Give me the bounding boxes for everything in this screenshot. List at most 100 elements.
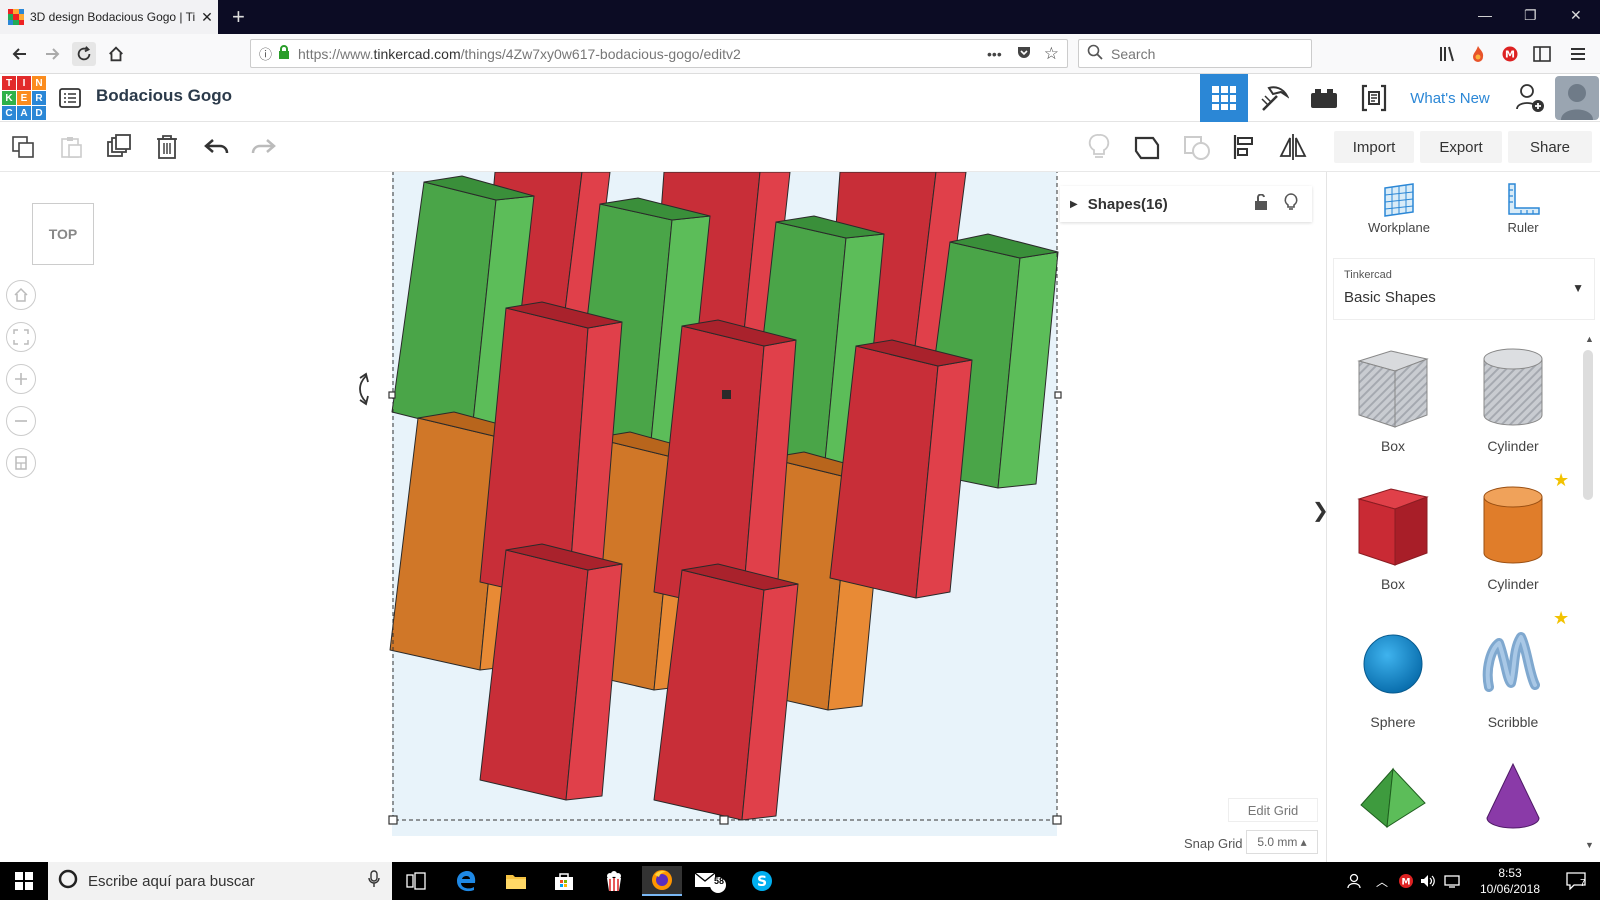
whats-new-link[interactable]: What's New	[1404, 74, 1496, 122]
export-button[interactable]: Export	[1420, 131, 1502, 163]
bookmark-star-icon[interactable]: ☆	[1044, 44, 1059, 64]
file-explorer-icon[interactable]	[496, 866, 536, 896]
rotate-handle-icon[interactable]	[359, 372, 369, 406]
scene-shapes[interactable]	[0, 172, 1326, 862]
resize-handle[interactable]	[719, 815, 729, 825]
shape-card-cylinder[interactable]: Cylinder	[1463, 476, 1563, 592]
shape-card-roof[interactable]	[1343, 752, 1443, 842]
shape-card-box-hole[interactable]: Box	[1343, 338, 1443, 454]
3d-workplane-canvas[interactable]: TOP ▶ Shapes(16) ❯ Edit Grid Snap Grid 5…	[0, 172, 1329, 862]
tinkercad-logo[interactable]: T I N K E R C A D	[2, 76, 46, 120]
resize-handle[interactable]	[388, 815, 398, 825]
shape-card-cone[interactable]	[1463, 752, 1563, 842]
shape-library-select[interactable]: Tinkercad Basic Shapes ▼	[1333, 258, 1595, 320]
url-domain: tinkercad.com	[373, 45, 461, 62]
extension-flame-icon[interactable]	[1466, 42, 1490, 66]
people-icon[interactable]	[1336, 866, 1376, 896]
shapes-scrollbar[interactable]: ▲ ▼	[1581, 334, 1595, 854]
light-bulb-icon[interactable]	[1082, 130, 1116, 164]
user-avatar[interactable]	[1554, 74, 1600, 122]
import-button[interactable]: Import	[1334, 131, 1414, 163]
browser-tab-active[interactable]: 3D design Bodacious Gogo | Ti ✕	[0, 0, 218, 34]
shape-card-box[interactable]: Box	[1343, 476, 1443, 592]
design-list-icon[interactable]	[56, 74, 84, 122]
hint-bulb-icon[interactable]	[1284, 193, 1298, 215]
url-bar[interactable]: ⓘ https://www. tinkercad.com /things/4Zw…	[250, 39, 1068, 68]
home-icon[interactable]	[104, 42, 128, 66]
popcorn-app-icon[interactable]	[594, 866, 634, 896]
3d-design-view-button[interactable]	[1200, 74, 1248, 122]
lego-bricks-icon[interactable]	[1302, 74, 1346, 122]
workplane-tool[interactable]: Workplane	[1349, 182, 1449, 235]
design-title[interactable]: Bodacious Gogo	[96, 86, 232, 106]
shapes-panel[interactable]: ▶ Shapes(16)	[1060, 186, 1312, 222]
library-icon[interactable]	[1436, 42, 1460, 66]
shape-card-scribble[interactable]: Scribble	[1463, 614, 1563, 730]
store-bag-icon[interactable]	[544, 866, 584, 896]
network-icon[interactable]	[1442, 866, 1462, 896]
pocket-icon[interactable]	[1016, 44, 1032, 63]
shapes-library-panel: Workplane Ruler Tinkercad Basic Shapes ▼…	[1326, 172, 1600, 862]
notifications-icon[interactable]: 7	[1556, 866, 1596, 896]
paste-icon[interactable]	[54, 130, 88, 164]
add-user-icon[interactable]	[1512, 74, 1548, 122]
gmail-extension-icon[interactable]: M	[1498, 42, 1522, 66]
shape-card-cylinder-hole[interactable]: Cylinder	[1463, 338, 1563, 454]
firefox-taskbar-icon[interactable]	[642, 866, 682, 896]
expand-triangle-icon[interactable]: ▶	[1070, 199, 1078, 210]
shape-card-sphere[interactable]: Sphere	[1343, 614, 1443, 730]
page-actions-icon[interactable]: •••	[987, 46, 1002, 62]
windows-start-icon[interactable]	[4, 866, 44, 896]
minimize-window-button[interactable]: —	[1478, 7, 1492, 23]
browser-tab-bar: 3D design Bodacious Gogo | Ti ✕ + — ❐ ✕	[0, 0, 1600, 34]
duplicate-icon[interactable]	[102, 130, 136, 164]
unlock-icon[interactable]	[1254, 193, 1268, 214]
info-icon[interactable]: ⓘ	[259, 44, 272, 63]
microphone-icon[interactable]	[368, 870, 380, 892]
browser-search-input[interactable]: Search	[1078, 39, 1312, 68]
tab-close-icon[interactable]: ✕	[196, 9, 218, 26]
task-view-icon[interactable]	[396, 866, 436, 896]
undo-icon[interactable]	[200, 130, 234, 164]
svg-text:M: M	[1505, 50, 1515, 61]
tray-chevron-up-icon[interactable]: ︿	[1372, 866, 1392, 896]
redo-icon[interactable]	[246, 130, 280, 164]
group-shape-icon[interactable]	[1130, 130, 1164, 164]
share-button[interactable]: Share	[1508, 131, 1592, 163]
snap-grid-select[interactable]: 5.0 mm ▴	[1246, 830, 1318, 854]
taskbar-search-box[interactable]: Escribe aquí para buscar	[48, 862, 392, 900]
ungroup-shape-icon[interactable]	[1180, 130, 1214, 164]
edge-browser-icon[interactable]	[446, 866, 486, 896]
delete-trash-icon[interactable]	[150, 130, 184, 164]
skype-icon[interactable]: S	[742, 866, 782, 896]
close-window-button[interactable]: ✕	[1570, 7, 1582, 24]
center-handle[interactable]	[722, 390, 731, 399]
resize-handle[interactable]	[1052, 815, 1062, 825]
tray-mail-icon[interactable]: M	[1396, 866, 1416, 896]
sidebar-icon[interactable]	[1530, 42, 1554, 66]
mail-badge: 58	[714, 876, 725, 886]
codeblocks-icon[interactable]	[1352, 74, 1396, 122]
reload-icon[interactable]	[72, 42, 96, 66]
roof-icon	[1343, 752, 1443, 842]
ruler-tool[interactable]: Ruler	[1473, 182, 1573, 235]
blocks-pickaxe-icon[interactable]	[1252, 74, 1296, 122]
restore-window-button[interactable]: ❐	[1524, 7, 1537, 24]
taskbar-clock[interactable]: 8:53 10/06/2018	[1470, 865, 1550, 897]
snap-grid-label: Snap Grid	[1184, 836, 1243, 851]
back-arrow-icon[interactable]	[8, 42, 32, 66]
menu-hamburger-icon[interactable]	[1566, 42, 1590, 66]
resize-handle[interactable]	[1054, 391, 1062, 399]
copy-icon[interactable]	[6, 130, 40, 164]
volume-icon[interactable]	[1418, 866, 1438, 896]
forward-arrow-icon[interactable]	[40, 42, 64, 66]
mail-app-icon[interactable]: 58	[692, 866, 732, 896]
new-tab-button[interactable]: +	[232, 4, 245, 30]
logo-letter: D	[32, 106, 46, 120]
collapse-panel-arrow-icon[interactable]: ❯	[1312, 498, 1329, 528]
resize-handle[interactable]	[388, 391, 396, 399]
align-icon[interactable]	[1228, 130, 1262, 164]
tinkercad-header: T I N K E R C A D Bodacious Gogo What's …	[0, 74, 1600, 122]
mirror-icon[interactable]	[1276, 130, 1310, 164]
edit-grid-button[interactable]: Edit Grid	[1228, 798, 1318, 822]
